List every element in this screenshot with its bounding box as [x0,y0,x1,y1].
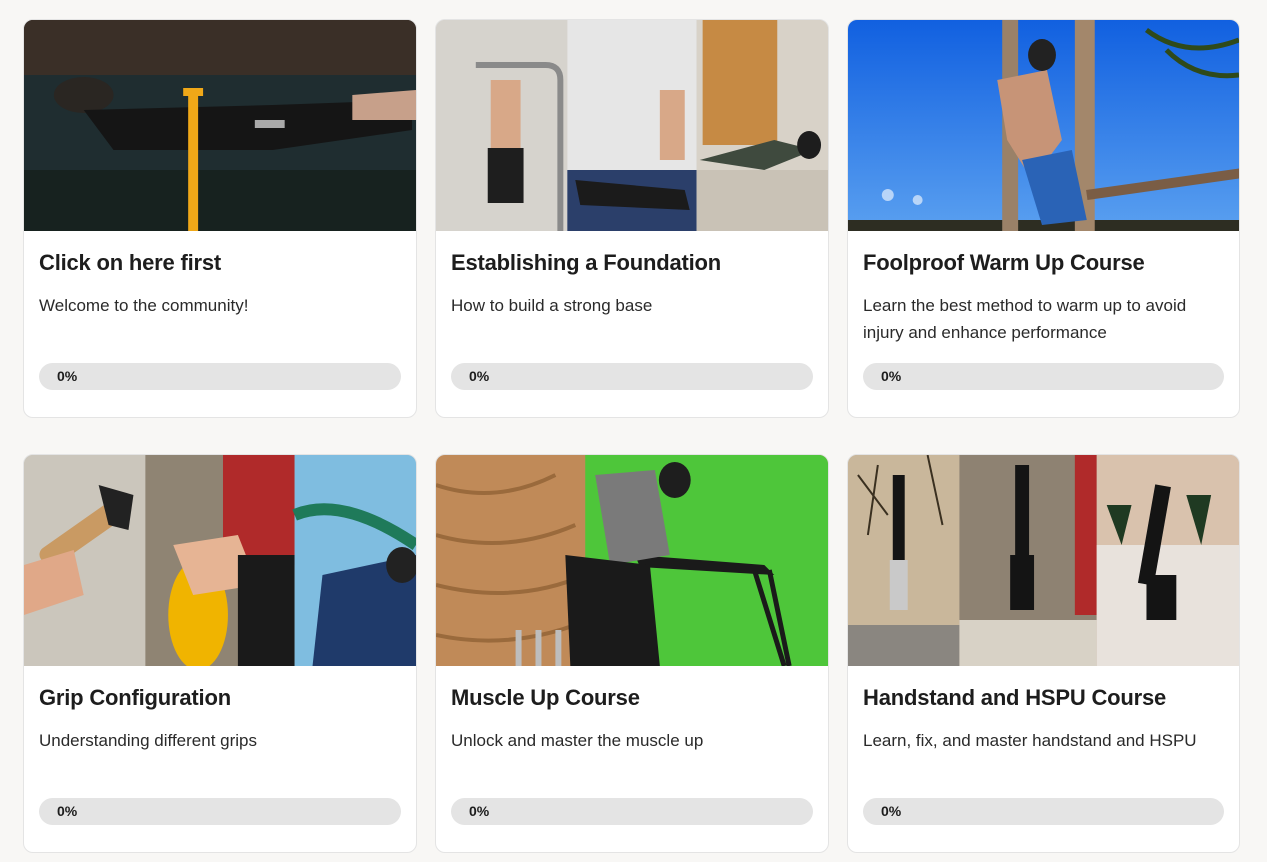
course-thumbnail[interactable] [848,20,1239,231]
course-card-click-on-here-first[interactable]: Click on here first Welcome to the commu… [23,19,417,418]
progress-bar: 0% [451,798,813,825]
progress-label: 0% [57,368,78,384]
course-card-handstand-and-hspu-course[interactable]: Handstand and HSPU Course Learn, fix, an… [847,454,1240,853]
course-thumbnail[interactable] [24,20,416,231]
progress-bar: 0% [863,363,1224,390]
course-title: Grip Configuration [39,685,231,710]
progress-label: 0% [469,368,490,384]
course-description: How to build a strong base [451,296,653,315]
course-thumbnail[interactable] [848,455,1239,666]
course-description: Welcome to the community! [39,296,249,315]
course-title: Foolproof Warm Up Course [863,250,1145,275]
progress-label: 0% [881,368,902,384]
progress-bar: 0% [39,798,401,825]
course-thumbnail[interactable] [436,20,828,231]
course-title: Click on here first [39,250,222,275]
progress-bar: 0% [863,798,1224,825]
course-thumbnail[interactable] [24,455,416,666]
course-description: Understanding different grips [39,731,257,750]
course-thumbnail[interactable] [436,455,828,666]
course-card-grip-configuration[interactable]: Grip Configuration Understanding differe… [23,454,417,853]
progress-label: 0% [469,803,490,819]
course-title: Handstand and HSPU Course [863,685,1167,710]
progress-bar: 0% [39,363,401,390]
course-title: Muscle Up Course [451,685,640,710]
course-description: Unlock and master the muscle up [451,731,704,750]
course-description: Learn, fix, and master handstand and HSP… [863,731,1197,750]
course-card-muscle-up-course[interactable]: Muscle Up Course Unlock and master the m… [435,454,829,853]
course-grid: Click on here first Welcome to the commu… [23,19,1240,853]
progress-label: 0% [57,803,78,819]
course-description: Learn the best method to warm up to avoi… [863,296,1187,342]
course-card-foolproof-warm-up-course[interactable]: Foolproof Warm Up Course Learn the best … [847,19,1240,418]
course-title: Establishing a Foundation [451,250,722,275]
progress-bar: 0% [451,363,813,390]
course-card-establishing-a-foundation[interactable]: Establishing a Foundation How to build a… [435,19,829,418]
progress-label: 0% [881,803,902,819]
